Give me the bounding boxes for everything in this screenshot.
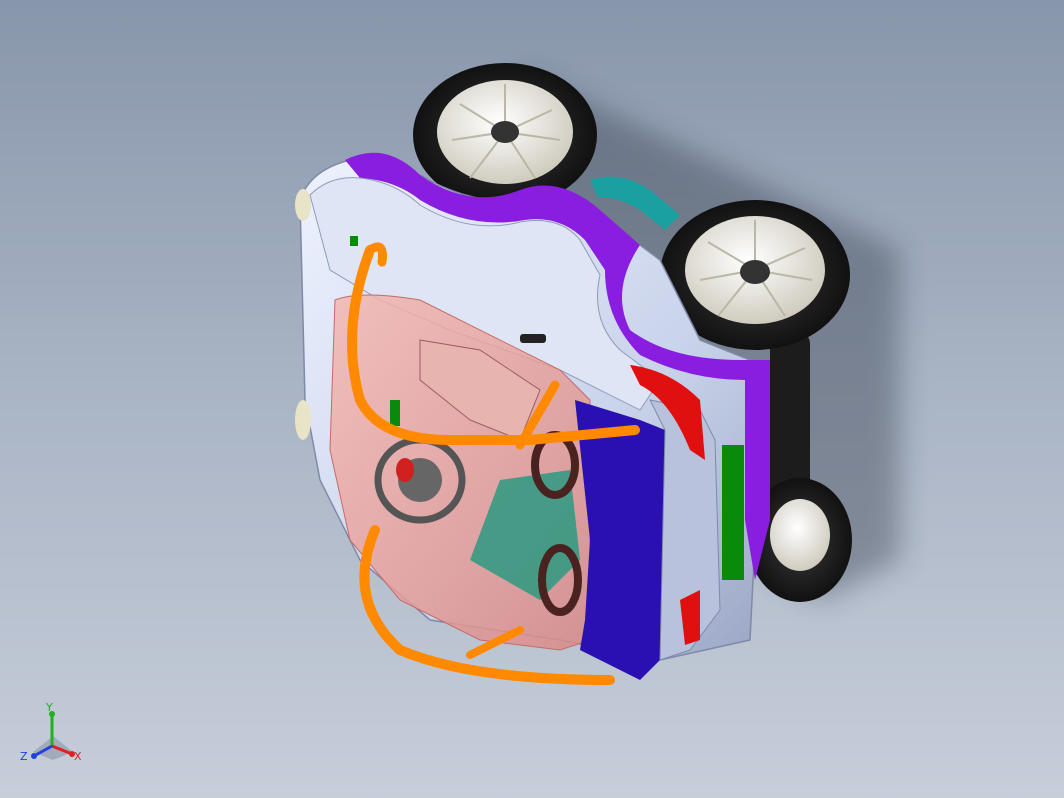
interior-accent-green: [390, 400, 400, 426]
toy-car-3d-model[interactable]: [0, 0, 1064, 798]
triad-y-label: Y: [45, 701, 53, 714]
hood-slot: [520, 334, 546, 343]
hinge-accent-green: [350, 236, 358, 246]
front-bumper-light-bottom: [295, 400, 311, 440]
cad-viewport[interactable]: Y X Z: [0, 0, 1064, 798]
triad-x-label: X: [74, 750, 82, 763]
front-bumper-light-top: [295, 189, 311, 221]
orientation-triad: Y X Z: [20, 701, 82, 763]
side-accent-green: [722, 445, 744, 580]
triad-z-label: Z: [20, 750, 28, 763]
